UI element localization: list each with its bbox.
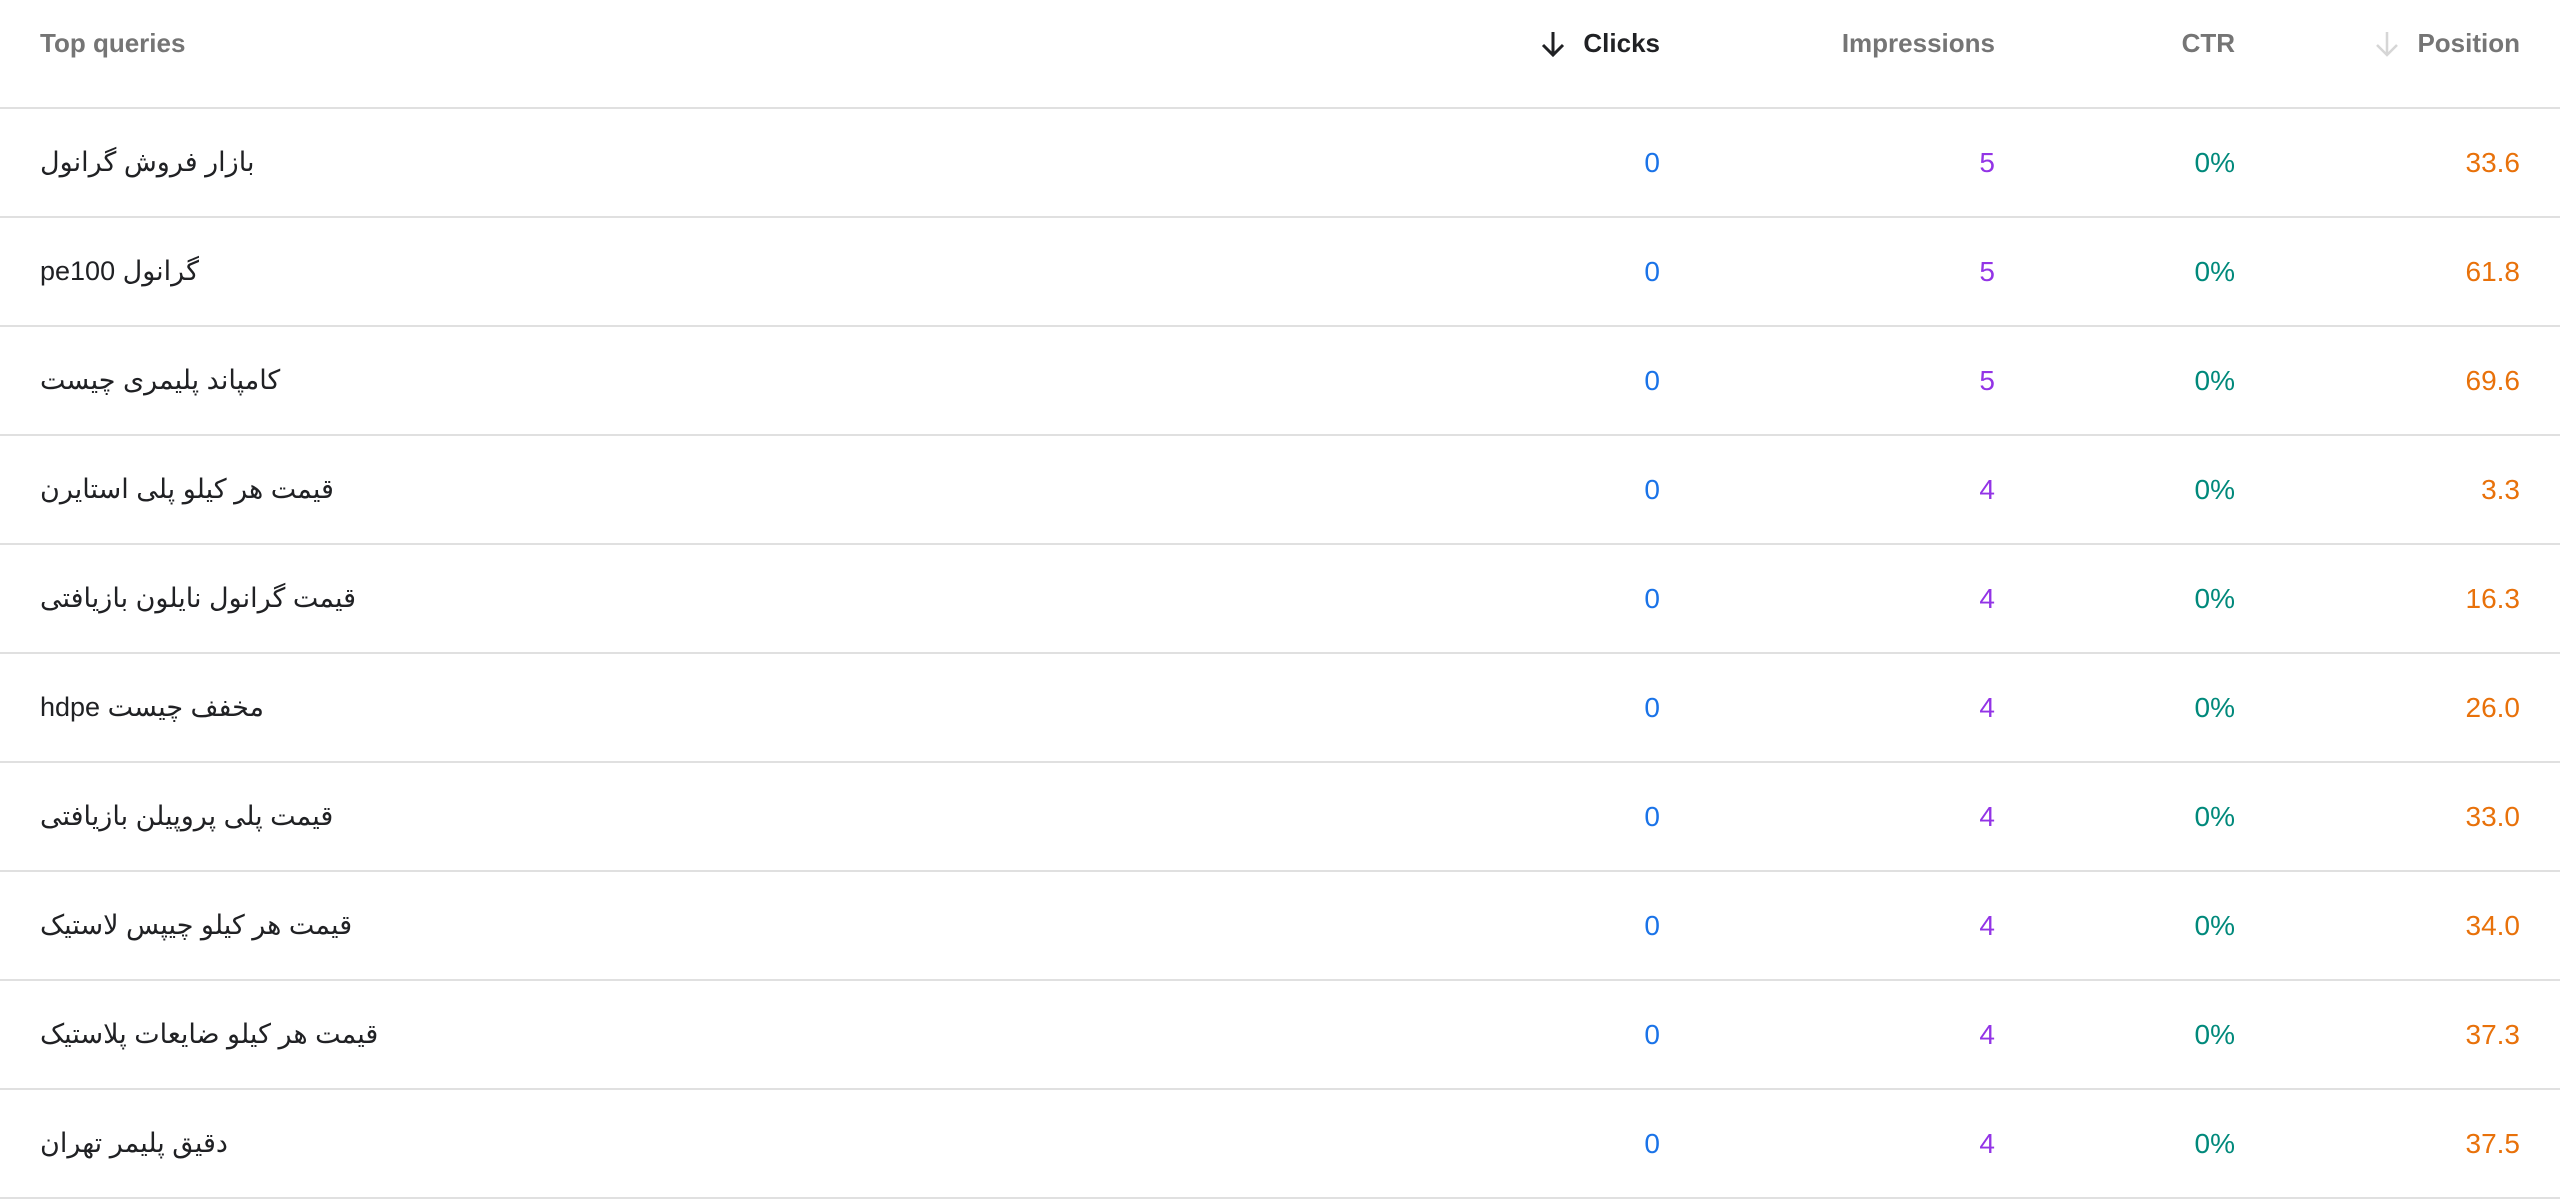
impressions-cell: 4: [1979, 1127, 1995, 1159]
table-row[interactable]: کامپاند پلیمری چیست 0 5 0% 69.6: [0, 327, 2560, 436]
table-row[interactable]: قیمت گرانول نایلون بازیافتی 0 4 0% 16.3: [0, 545, 2560, 654]
ctr-cell: 0%: [2194, 582, 2235, 614]
ctr-cell: 0%: [2194, 473, 2235, 505]
clicks-cell: 0: [1644, 582, 1660, 614]
clicks-cell: 0: [1644, 691, 1660, 723]
impressions-cell: 5: [1979, 146, 1995, 178]
impressions-cell: 4: [1979, 1018, 1995, 1050]
query-cell: قیمت هر کیلو پلی استایرن: [40, 474, 334, 504]
table-row[interactable]: بازار فروش گرانول 0 5 0% 33.6: [0, 109, 2560, 218]
column-header-position[interactable]: Position: [2373, 0, 2520, 97]
query-cell: قیمت هر کیلو چیپس لاستیک: [40, 910, 353, 940]
impressions-cell: 4: [1979, 800, 1995, 832]
clicks-cell: 0: [1644, 800, 1660, 832]
query-cell: کامپاند پلیمری چیست: [40, 365, 281, 395]
clicks-cell: 0: [1644, 1018, 1660, 1050]
table-row[interactable]: قیمت هر کیلو پلی استایرن 0 4 0% 3.3: [0, 436, 2560, 545]
ctr-cell: 0%: [2194, 691, 2235, 723]
clicks-cell: 0: [1644, 255, 1660, 287]
query-cell: قیمت هر کیلو ضایعات پلاستیک: [40, 1019, 379, 1049]
table-row[interactable]: دقیق پلیمر تهران 0 4 0% 37.5: [0, 1090, 2560, 1199]
column-header-position-label: Position: [2417, 28, 2520, 58]
impressions-cell: 4: [1979, 909, 1995, 941]
ctr-cell: 0%: [2194, 255, 2235, 287]
table-row[interactable]: گرانول pe100 0 5 0% 61.8: [0, 218, 2560, 327]
ctr-cell: 0%: [2194, 146, 2235, 178]
impressions-cell: 4: [1979, 473, 1995, 505]
position-cell: 3.3: [2481, 473, 2520, 505]
query-cell: بازار فروش گرانول: [40, 147, 255, 177]
table-row[interactable]: قیمت هر کیلو چیپس لاستیک 0 4 0% 34.0: [0, 872, 2560, 981]
query-cell: گرانول pe100: [40, 256, 199, 286]
column-header-top-queries[interactable]: Top queries: [40, 0, 185, 97]
table-row[interactable]: مخفف چیست hdpe 0 4 0% 26.0: [0, 654, 2560, 763]
ctr-cell: 0%: [2194, 1127, 2235, 1159]
query-cell: قیمت گرانول نایلون بازیافتی: [40, 583, 357, 613]
column-header-impressions[interactable]: Impressions: [1842, 0, 1995, 97]
position-cell: 26.0: [2465, 691, 2521, 723]
query-cell: قیمت پلی پروپیلن بازیافتی: [40, 801, 334, 831]
position-cell: 61.8: [2465, 255, 2521, 287]
position-cell: 69.6: [2465, 364, 2521, 396]
query-cell: دقیق پلیمر تهران: [40, 1128, 228, 1158]
impressions-cell: 4: [1979, 691, 1995, 723]
ctr-cell: 0%: [2194, 364, 2235, 396]
position-cell: 37.3: [2465, 1018, 2521, 1050]
clicks-cell: 0: [1644, 364, 1660, 396]
position-cell: 33.0: [2465, 800, 2521, 832]
clicks-cell: 0: [1644, 146, 1660, 178]
position-cell: 33.6: [2465, 146, 2521, 178]
position-cell: 37.5: [2465, 1127, 2521, 1159]
column-header-clicks[interactable]: Clicks: [1539, 0, 1660, 97]
table-row[interactable]: قیمت پلی پروپیلن بازیافتی 0 4 0% 33.0: [0, 763, 2560, 872]
query-cell: مخفف چیست hdpe: [40, 692, 265, 722]
arrow-down-icon: [2373, 29, 2401, 59]
impressions-cell: 4: [1979, 582, 1995, 614]
position-cell: 16.3: [2465, 582, 2521, 614]
clicks-cell: 0: [1644, 909, 1660, 941]
column-header-ctr[interactable]: CTR: [2182, 0, 2235, 97]
top-queries-table: Top queries Clicks Impressions CTR Posit…: [0, 0, 2560, 1199]
column-header-clicks-label: Clicks: [1583, 28, 1660, 58]
table-row[interactable]: قیمت هر کیلو ضایعات پلاستیک 0 4 0% 37.3: [0, 981, 2560, 1090]
ctr-cell: 0%: [2194, 1018, 2235, 1050]
ctr-cell: 0%: [2194, 909, 2235, 941]
impressions-cell: 5: [1979, 255, 1995, 287]
clicks-cell: 0: [1644, 1127, 1660, 1159]
impressions-cell: 5: [1979, 364, 1995, 396]
ctr-cell: 0%: [2194, 800, 2235, 832]
position-cell: 34.0: [2465, 909, 2521, 941]
table-header: Top queries Clicks Impressions CTR Posit…: [0, 0, 2560, 109]
arrow-down-icon: [1539, 29, 1567, 59]
clicks-cell: 0: [1644, 473, 1660, 505]
